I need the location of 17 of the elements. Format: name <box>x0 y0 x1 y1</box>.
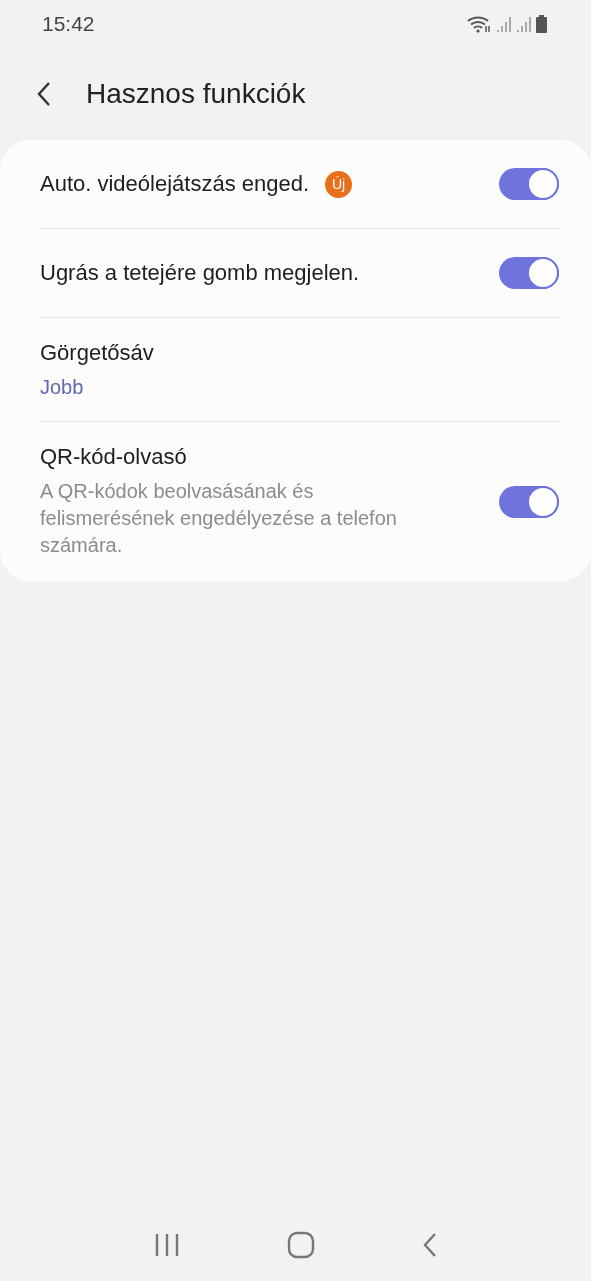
wifi-icon <box>466 15 492 33</box>
toggle-switch[interactable] <box>499 257 559 289</box>
setting-description: A QR-kódok beolvasásának és felismerésének engedélyezése a telefon számára. <box>40 479 398 558</box>
setting-title: QR-kód-olvasó <box>40 444 187 470</box>
signal-icon <box>496 15 512 33</box>
page-title: Hasznos funkciók <box>86 78 306 110</box>
toggle-switch[interactable] <box>499 168 559 200</box>
battery-icon <box>536 15 547 33</box>
setting-title: Auto. videólejátszás enged. <box>40 171 310 197</box>
setting-value: Jobb <box>40 376 85 399</box>
setting-title: Ugrás a tetejére gomb megjelen. <box>40 260 360 286</box>
status-time: 15:42 <box>42 12 95 36</box>
toggle-switch[interactable] <box>499 485 559 518</box>
back-icon[interactable] <box>36 81 52 107</box>
setting-title: Görgetősáv <box>40 340 154 366</box>
signal-icon <box>516 15 532 33</box>
new-badge: Új <box>325 170 353 198</box>
